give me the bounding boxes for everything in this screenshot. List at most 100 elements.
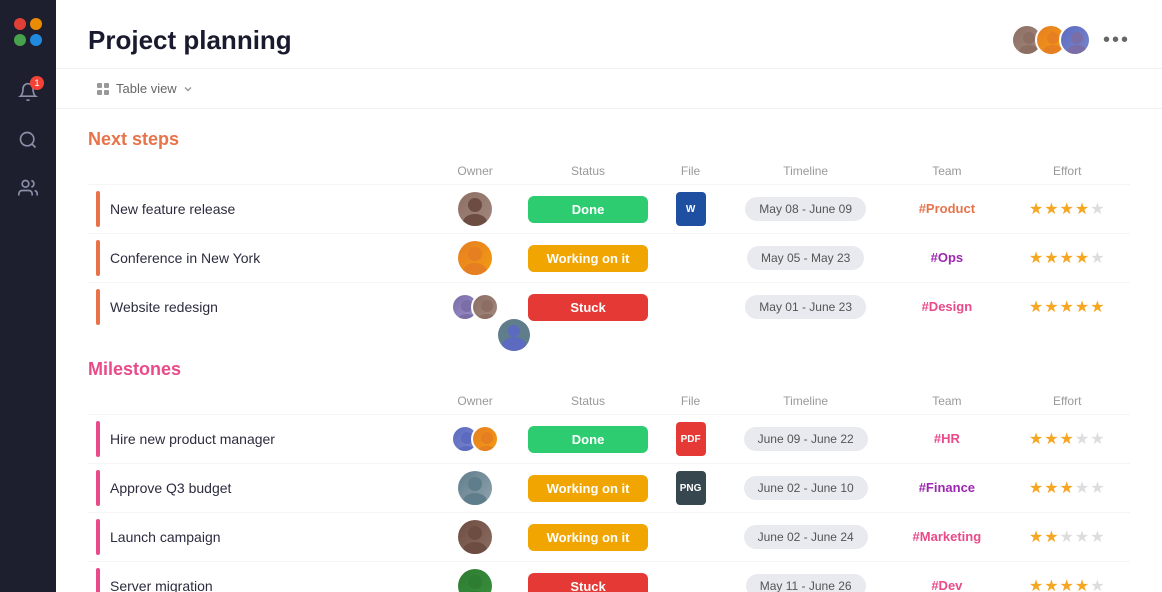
header-name (88, 388, 433, 415)
owner-cell (433, 415, 517, 464)
sidebar-notifications-icon[interactable]: 1 (16, 80, 40, 104)
more-options-button[interactable]: ••• (1103, 29, 1130, 52)
row-name-cell: Website redesign (88, 283, 433, 332)
next-steps-title: Next steps (88, 129, 1130, 150)
row-label: New feature release (110, 201, 235, 217)
status-cell: Working on it (517, 234, 659, 283)
table-view-button[interactable]: Table view (88, 77, 201, 100)
effort-stars: ★★★★★ (1029, 431, 1106, 448)
table-icon (96, 82, 110, 96)
timeline-cell: May 05 - May 23 (722, 234, 889, 283)
timeline-cell: June 02 - June 10 (722, 464, 889, 513)
effort-stars: ★★★★★ (1029, 299, 1106, 316)
team-cell: #Marketing (889, 513, 1004, 562)
effort-cell: ★★★★★ (1004, 283, 1130, 332)
effort-stars: ★★★★★ (1029, 480, 1106, 497)
status-cell: Working on it (517, 464, 659, 513)
row-border (96, 191, 100, 227)
file-cell: PDF (659, 415, 722, 464)
header-status: Status (517, 158, 659, 185)
milestones-table: Owner Status File Timeline Team Effort (88, 388, 1130, 592)
file-icon-png[interactable]: PNG (676, 471, 706, 505)
row-border (96, 289, 100, 325)
team-cell: #Product (889, 185, 1004, 234)
owner-avatar (458, 520, 492, 554)
row-label: Launch campaign (110, 529, 221, 545)
file-icon-pdf[interactable]: PDF (676, 422, 706, 456)
file-cell (659, 562, 722, 592)
notification-badge: 1 (30, 76, 44, 90)
row-name-cell: Hire new product manager (88, 415, 433, 464)
header-file: File (659, 388, 722, 415)
floating-avatar (498, 319, 530, 351)
row-name-cell: Launch campaign (88, 513, 433, 562)
timeline-cell: May 08 - June 09 (722, 185, 889, 234)
file-icon-word[interactable]: W (676, 192, 706, 226)
file-cell (659, 283, 722, 332)
effort-cell: ★★★★★ (1004, 415, 1130, 464)
team-cell: #Dev (889, 562, 1004, 592)
header-owner: Owner (433, 388, 517, 415)
timeline-cell: June 09 - June 22 (722, 415, 889, 464)
owner-cell (433, 234, 517, 283)
next-steps-header: Owner Status File Timeline Team Effort (88, 158, 1130, 185)
sidebar-people-icon[interactable] (16, 176, 40, 200)
row-label: Website redesign (110, 299, 218, 315)
team-tag: #Design (922, 299, 973, 314)
status-badge: Done (528, 426, 648, 453)
owner-avatar (458, 192, 492, 226)
header-owner: Owner (433, 158, 517, 185)
team-avatars[interactable] (1011, 24, 1091, 56)
owner-avatar (458, 471, 492, 505)
milestones-header: Owner Status File Timeline Team Effort (88, 388, 1130, 415)
row-border (96, 568, 100, 592)
timeline-pill: May 11 - June 26 (746, 574, 866, 592)
timeline-pill: June 02 - June 10 (744, 476, 868, 500)
table-area: Next steps Owner Status File Timeline Te… (56, 109, 1162, 592)
row-name-cell: Approve Q3 budget (88, 464, 433, 513)
app-logo[interactable] (12, 16, 44, 48)
status-cell: Done (517, 185, 659, 234)
status-badge: Stuck (528, 573, 648, 592)
owner-avatar-multi (471, 425, 499, 453)
owner-avatar-multi (471, 293, 499, 321)
team-cell: #Finance (889, 464, 1004, 513)
row-border (96, 240, 100, 276)
row-name-cell: New feature release (88, 185, 433, 234)
header-effort: Effort (1004, 388, 1130, 415)
header-status: Status (517, 388, 659, 415)
table-row: Conference in New York (88, 234, 1130, 283)
row-label: Hire new product manager (110, 431, 275, 447)
row-border (96, 519, 100, 555)
header-effort: Effort (1004, 158, 1130, 185)
floating-avatar-row (88, 331, 1130, 339)
row-label: Server migration (110, 578, 213, 592)
timeline-cell: May 01 - June 23 (722, 283, 889, 332)
header-timeline: Timeline (722, 158, 889, 185)
effort-stars: ★★★★★ (1029, 529, 1106, 546)
status-cell: Done (517, 415, 659, 464)
table-row: New feature release (88, 185, 1130, 234)
owner-avatars (441, 293, 509, 321)
team-tag: #Marketing (913, 529, 982, 544)
header-right: ••• (1011, 24, 1130, 56)
header-timeline: Timeline (722, 388, 889, 415)
row-name-cell: Conference in New York (88, 234, 433, 283)
avatar-3[interactable] (1059, 24, 1091, 56)
status-cell: Stuck (517, 562, 659, 592)
header-team: Team (889, 158, 1004, 185)
timeline-pill: May 01 - June 23 (745, 295, 866, 319)
owner-cell (433, 513, 517, 562)
next-steps-section: Next steps Owner Status File Timeline Te… (88, 129, 1130, 331)
effort-cell: ★★★★★ (1004, 185, 1130, 234)
owner-avatar (458, 241, 492, 275)
sidebar-search-icon[interactable] (16, 128, 40, 152)
table-row: Launch campaign W (88, 513, 1130, 562)
team-cell: #Design (889, 283, 1004, 332)
status-badge: Working on it (528, 524, 648, 551)
chevron-down-icon (183, 84, 193, 94)
file-cell: W (659, 185, 722, 234)
header-file: File (659, 158, 722, 185)
table-row: Approve Q3 budget (88, 464, 1130, 513)
table-row: Server migration (88, 562, 1130, 592)
